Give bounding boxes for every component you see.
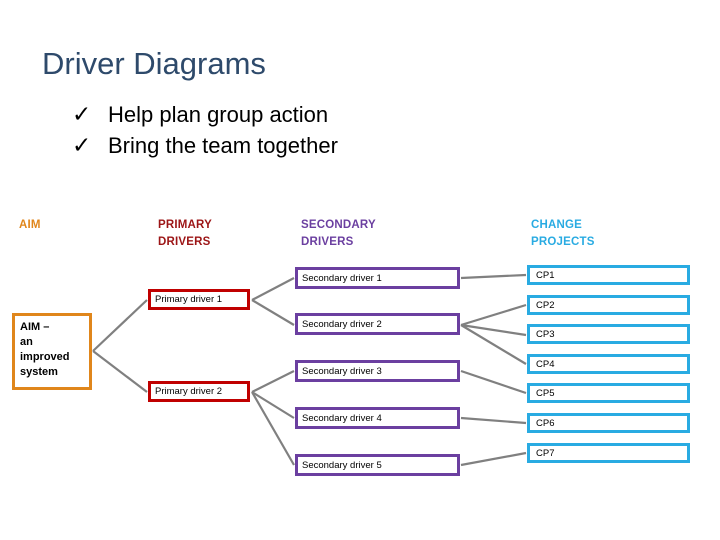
secondary-driver-label: Secondary driver 1 — [302, 272, 382, 284]
change-project-node-6[interactable]: CP6 — [527, 413, 690, 433]
change-project-label: CP6 — [536, 417, 555, 429]
secondary-driver-node-3[interactable]: Secondary driver 3 — [295, 360, 460, 382]
aim-node-line2: an — [20, 336, 33, 348]
column-header-secondary-line2: DRIVERS — [301, 236, 354, 248]
secondary-driver-label: Secondary driver 5 — [302, 459, 382, 471]
aim-node-line3: improved — [20, 351, 70, 363]
connector-sd1-cp1 — [460, 273, 527, 280]
column-header-primary-line1: PRIMARY — [158, 219, 213, 231]
column-header-aim-line1: AIM — [19, 219, 41, 231]
bullet-item: ✓ Bring the team together — [72, 130, 492, 161]
primary-driver-label: Primary driver 1 — [155, 294, 223, 305]
change-project-label: CP3 — [536, 328, 555, 340]
column-header-primary-line2: DRIVERS — [158, 236, 211, 248]
column-header-change-line1: CHANGE — [531, 219, 583, 231]
change-project-node-3[interactable]: CP3 — [527, 324, 690, 344]
change-project-label: CP5 — [536, 387, 555, 399]
change-project-label: CP2 — [536, 299, 555, 311]
aim-node-line1: AIM – — [20, 321, 50, 333]
connector-aim-pd1 — [92, 299, 148, 352]
secondary-driver-node-1[interactable]: Secondary driver 1 — [295, 267, 460, 289]
change-project-node-7[interactable]: CP7 — [527, 443, 690, 463]
column-header-change-projects: CHANGE PROJECTS — [531, 217, 595, 251]
column-header-aim: AIM — [19, 217, 41, 234]
change-project-node-4[interactable]: CP4 — [527, 354, 690, 374]
primary-driver-node-1[interactable]: Primary driver 1 — [148, 289, 250, 310]
connector-sd2-cp2 — [460, 303, 527, 327]
primary-driver-label: Primary driver 2 — [155, 386, 223, 397]
column-header-primary-drivers: PRIMARY DRIVERS — [158, 217, 212, 251]
change-project-node-1[interactable]: CP1 — [527, 265, 690, 285]
slide-canvas: Driver Diagrams ✓ Help plan group action… — [0, 0, 720, 540]
secondary-driver-node-2[interactable]: Secondary driver 2 — [295, 313, 460, 335]
aim-node-line4: system — [20, 366, 58, 378]
primary-driver-node-2[interactable]: Primary driver 2 — [148, 381, 250, 402]
aim-node[interactable]: AIM – an improved system — [12, 313, 92, 390]
connector-sd2-cp3 — [460, 323, 527, 337]
connector-aim-pd2 — [92, 350, 148, 393]
change-project-label: CP7 — [536, 447, 555, 459]
column-header-secondary-drivers: SECONDARY DRIVERS — [301, 217, 376, 251]
secondary-driver-node-5[interactable]: Secondary driver 5 — [295, 454, 460, 476]
check-icon: ✓ — [72, 133, 92, 159]
change-project-node-5[interactable]: CP5 — [527, 383, 690, 403]
change-project-label: CP1 — [536, 269, 555, 281]
secondary-driver-node-4[interactable]: Secondary driver 4 — [295, 407, 460, 429]
connector-sd5-cp7 — [460, 451, 527, 467]
secondary-driver-label: Secondary driver 4 — [302, 412, 382, 424]
change-project-label: CP4 — [536, 358, 555, 370]
secondary-driver-label: Secondary driver 2 — [302, 318, 382, 330]
connector-pd2-sd3 — [251, 370, 295, 393]
column-header-secondary-line1: SECONDARY — [301, 219, 376, 231]
bullet-list: ✓ Help plan group action ✓ Bring the tea… — [72, 99, 492, 161]
bullet-item: ✓ Help plan group action — [72, 99, 492, 130]
check-icon: ✓ — [72, 102, 92, 128]
bullet-text: Help plan group action — [108, 102, 329, 127]
bullet-text: Bring the team together — [108, 133, 338, 158]
page-title: Driver Diagrams — [42, 46, 266, 81]
aim-node-text: AIM – an improved system — [20, 320, 70, 380]
connector-sd3-cp5 — [460, 369, 527, 395]
column-header-change-line2: PROJECTS — [531, 236, 595, 248]
connector-sd2-cp4 — [460, 324, 527, 365]
connector-pd2-sd4 — [251, 391, 295, 419]
secondary-driver-label: Secondary driver 3 — [302, 365, 382, 377]
connector-pd1-sd2 — [251, 299, 295, 326]
connector-pd2-sd5 — [251, 391, 295, 466]
connector-pd1-sd1 — [251, 277, 295, 301]
connector-sd4-cp6 — [460, 416, 527, 425]
change-project-node-2[interactable]: CP2 — [527, 295, 690, 315]
